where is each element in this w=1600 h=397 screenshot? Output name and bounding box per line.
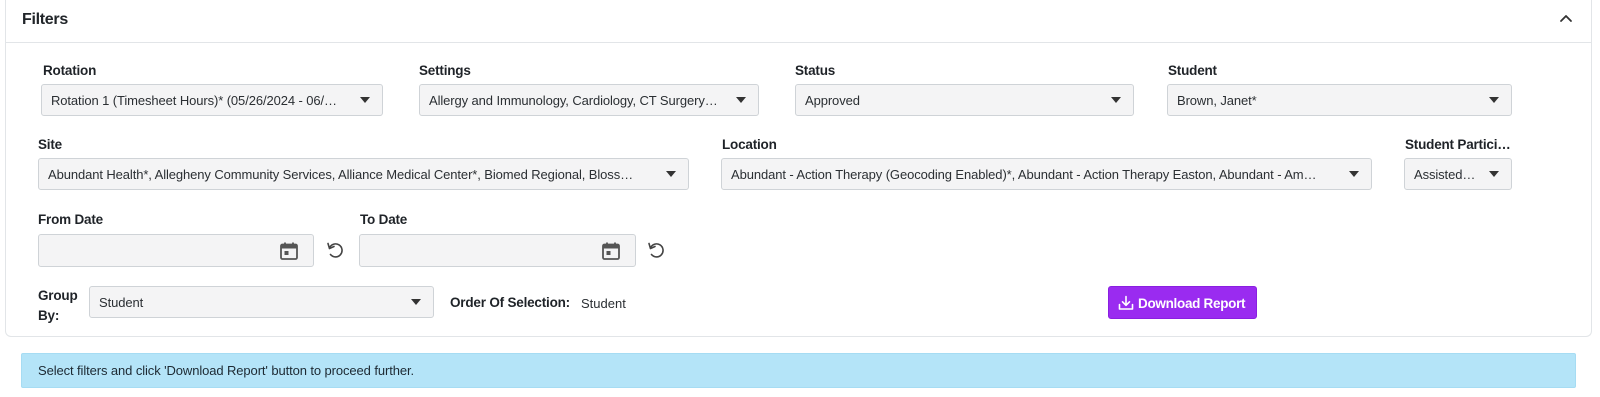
- calendar-icon[interactable]: [279, 241, 299, 261]
- settings-select[interactable]: Allergy and Immunology, Cardiology, CT S…: [419, 84, 759, 116]
- reset-from-date-icon[interactable]: [325, 240, 345, 260]
- reset-to-date-icon[interactable]: [646, 240, 666, 260]
- group-by-select[interactable]: Student: [89, 286, 434, 318]
- status-label: Status: [795, 63, 836, 78]
- download-report-button[interactable]: Download Report: [1108, 286, 1257, 319]
- caret-down-icon: [411, 299, 421, 305]
- student-participation-select[interactable]: Assisted…: [1404, 158, 1512, 190]
- caret-down-icon: [360, 97, 370, 103]
- from-date-input[interactable]: [38, 234, 314, 267]
- order-of-selection-value: Student: [581, 296, 626, 311]
- chevron-up-icon[interactable]: [1555, 8, 1577, 30]
- to-date-input[interactable]: [359, 234, 636, 267]
- student-select[interactable]: Brown, Janet*: [1167, 84, 1512, 116]
- status-value: Approved: [805, 93, 860, 108]
- calendar-icon[interactable]: [601, 241, 621, 261]
- download-report-label: Download Report: [1138, 296, 1246, 311]
- to-date-label: To Date: [360, 212, 408, 227]
- order-of-selection-label: Order Of Selection:: [450, 295, 570, 310]
- student-participation-label: Student Partici…: [1405, 137, 1511, 152]
- from-date-label: From Date: [38, 212, 103, 227]
- location-select[interactable]: Abundant - Action Therapy (Geocoding Ena…: [721, 158, 1372, 190]
- download-icon: [1118, 295, 1134, 311]
- group-by-label-line1: Group: [38, 288, 78, 303]
- filters-header[interactable]: Filters: [6, 0, 1591, 43]
- caret-down-icon: [736, 97, 746, 103]
- rotation-label: Rotation: [43, 63, 97, 78]
- caret-down-icon: [1111, 97, 1121, 103]
- student-label: Student: [1168, 63, 1217, 78]
- group-by-value: Student: [99, 295, 144, 310]
- caret-down-icon: [1489, 97, 1499, 103]
- alert-message: Select filters and click 'Download Repor…: [38, 363, 414, 378]
- caret-down-icon: [1349, 171, 1359, 177]
- status-select[interactable]: Approved: [795, 84, 1134, 116]
- student-participation-value: Assisted…: [1414, 167, 1476, 182]
- location-value: Abundant - Action Therapy (Geocoding Ena…: [731, 167, 1317, 182]
- caret-down-icon: [1489, 171, 1499, 177]
- site-select[interactable]: Abundant Health*, Allegheny Community Se…: [38, 158, 689, 190]
- caret-down-icon: [666, 171, 676, 177]
- group-by-label-line2: By:: [38, 308, 60, 323]
- rotation-select[interactable]: Rotation 1 (Timesheet Hours)* (05/26/202…: [41, 84, 383, 116]
- site-label: Site: [38, 137, 62, 152]
- filters-title: Filters: [22, 11, 68, 28]
- settings-value: Allergy and Immunology, Cardiology, CT S…: [429, 93, 718, 108]
- site-value: Abundant Health*, Allegheny Community Se…: [48, 167, 633, 182]
- location-label: Location: [722, 137, 777, 152]
- student-value: Brown, Janet*: [1177, 93, 1257, 108]
- settings-label: Settings: [419, 63, 471, 78]
- rotation-value: Rotation 1 (Timesheet Hours)* (05/26/202…: [51, 93, 337, 108]
- info-alert: Select filters and click 'Download Repor…: [21, 353, 1576, 388]
